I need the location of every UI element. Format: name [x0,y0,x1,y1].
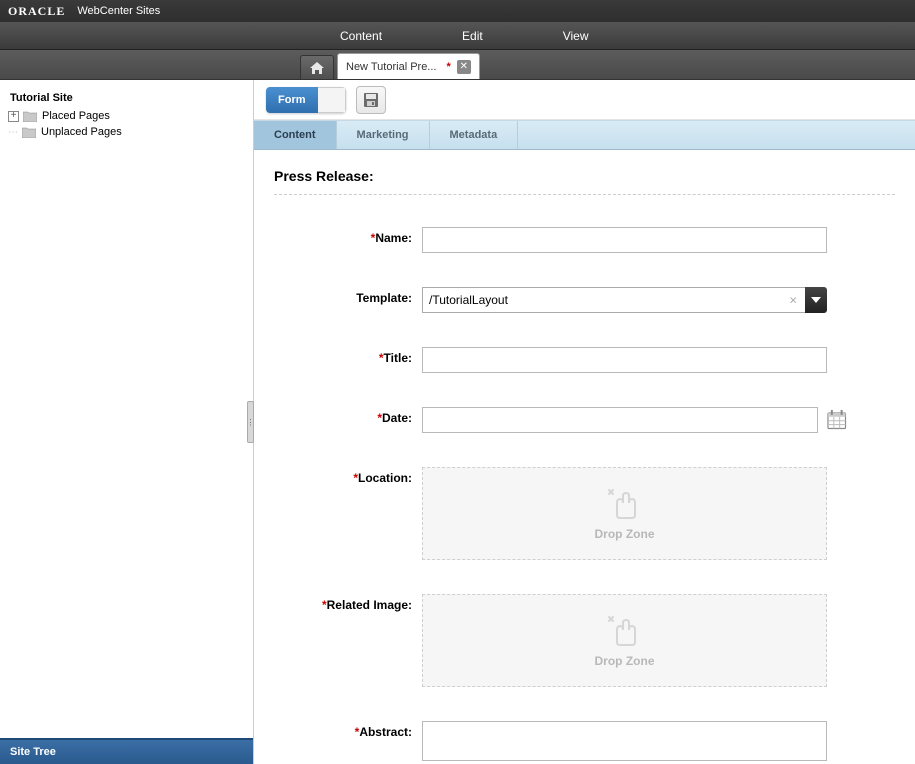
template-clear-button[interactable]: × [789,293,797,308]
template-label: Template: [274,287,422,305]
template-combobox: × [422,287,827,313]
sidebar-panel-site-tree[interactable]: Site Tree [0,738,253,764]
expand-toggle-icon[interactable]: + [8,111,19,122]
name-label: *Name: [274,227,422,245]
form-view-button[interactable]: Form [266,87,318,113]
folder-icon [22,127,36,138]
content-area: Form Content Marketing Metadata Press Re… [254,80,915,764]
active-editor-tab[interactable]: New Tutorial Pre... * ✕ [337,53,480,79]
drop-hand-icon [607,487,643,519]
tree-node-placed-pages[interactable]: + Placed Pages [4,108,249,124]
brand-logo: ORACLE [0,4,73,19]
form-heading: Press Release: [274,168,895,184]
sidebar: Tutorial Site + Placed Pages ⋯ Unplaced … [0,80,254,764]
abstract-input[interactable] [422,721,827,761]
template-input[interactable] [422,287,805,313]
web-view-button[interactable] [318,87,346,113]
title-input[interactable] [422,347,827,373]
sub-tab-content[interactable]: Content [254,121,337,149]
home-icon [310,62,324,74]
name-input[interactable] [422,227,827,253]
form-sub-tabs: Content Marketing Metadata [254,120,915,150]
sub-tab-marketing[interactable]: Marketing [337,121,430,149]
date-picker-button[interactable] [826,409,847,431]
chevron-down-icon [811,297,821,303]
date-label: *Date: [274,407,422,425]
related-image-label: *Related Image: [274,594,422,612]
menu-content[interactable]: Content [300,29,422,43]
view-mode-toggle: Form [266,87,346,113]
folder-icon [23,111,37,122]
editor-toolbar: Form [254,80,915,120]
tree-branch-icon: ⋯ [8,127,22,138]
dirty-indicator: * [436,61,456,73]
title-label: *Title: [274,347,422,365]
heading-divider [274,194,895,195]
tab-strip: New Tutorial Pre... * ✕ [0,50,915,80]
tree-root-label[interactable]: Tutorial Site [4,88,249,108]
top-bar: ORACLE WebCenter Sites [0,0,915,22]
tab-label: New Tutorial Pre... [346,61,436,73]
location-dropzone[interactable]: Drop Zone [422,467,827,560]
tree-node-label: Placed Pages [42,110,110,122]
tree-node-unplaced-pages[interactable]: ⋯ Unplaced Pages [4,124,249,140]
save-button[interactable] [356,86,386,114]
close-tab-button[interactable]: ✕ [457,60,471,74]
drop-hand-icon [607,614,643,646]
save-icon [363,92,379,108]
tree-node-label: Unplaced Pages [41,126,122,138]
menu-view[interactable]: View [523,29,629,43]
home-tab[interactable] [300,55,334,79]
location-label: *Location: [274,467,422,485]
sub-tab-metadata[interactable]: Metadata [430,121,519,149]
menu-edit[interactable]: Edit [422,29,523,43]
date-input[interactable] [422,407,818,433]
dropzone-text: Drop Zone [595,654,655,668]
calendar-icon [826,409,847,430]
related-image-dropzone[interactable]: Drop Zone [422,594,827,687]
dropzone-text: Drop Zone [595,527,655,541]
sidebar-resize-grip[interactable]: ⋮ [247,401,254,443]
main-menu: Content Edit View [0,22,915,50]
template-dropdown-button[interactable] [805,287,827,313]
abstract-label: *Abstract: [274,721,422,739]
product-name: WebCenter Sites [73,5,160,17]
